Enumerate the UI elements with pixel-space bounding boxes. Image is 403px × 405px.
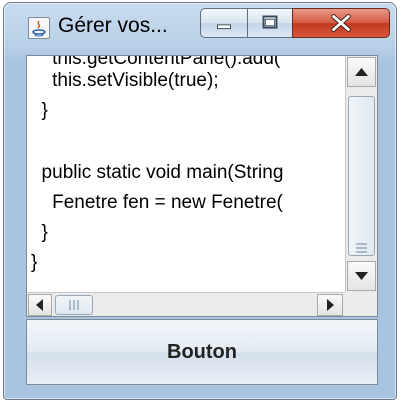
arrow-left-icon: [36, 299, 43, 311]
scroll-down-button[interactable]: [347, 261, 376, 291]
code-text-area[interactable]: this.getContentPane().add( this.setVisib…: [27, 56, 345, 292]
horizontal-scrollbar[interactable]: [27, 292, 345, 316]
code-line: }: [31, 100, 48, 121]
window-title: Gérer vos...: [58, 14, 168, 37]
maximize-button[interactable]: [247, 8, 293, 38]
code-line: public static void main(String: [31, 162, 284, 183]
grip-icon: [69, 300, 79, 310]
scroll-pane: this.getContentPane().add( this.setVisib…: [26, 55, 378, 317]
code-line: }: [31, 252, 38, 273]
scroll-corner: [345, 292, 377, 316]
title-bar[interactable]: Gérer vos...: [4, 3, 396, 55]
close-button[interactable]: [292, 8, 390, 38]
code-line: Fenetre fen = new Fenetre(: [31, 192, 283, 213]
minimize-button[interactable]: [200, 8, 248, 38]
grip-icon: [356, 243, 367, 253]
minimize-icon: [217, 24, 231, 30]
vertical-scrollbar[interactable]: [345, 56, 377, 292]
arrow-right-icon: [327, 299, 334, 311]
close-icon: [331, 14, 351, 32]
scroll-right-button[interactable]: [317, 294, 343, 316]
horizontal-scroll-thumb[interactable]: [55, 295, 93, 315]
code-line: }: [31, 222, 48, 243]
scroll-up-button[interactable]: [347, 57, 376, 87]
code-line: this.getContentPane().add(: [31, 56, 281, 69]
code-line: this.setVisible(true);: [31, 70, 219, 91]
arrow-up-icon: [355, 68, 368, 76]
maximize-icon: [262, 15, 278, 29]
arrow-down-icon: [355, 272, 368, 280]
scroll-left-button[interactable]: [28, 294, 52, 316]
bouton-button[interactable]: Bouton: [26, 319, 378, 385]
vertical-scroll-thumb[interactable]: [348, 96, 375, 256]
java-icon: [28, 17, 50, 39]
app-window: Gérer vos... this.getContentPane().add( …: [3, 2, 397, 400]
